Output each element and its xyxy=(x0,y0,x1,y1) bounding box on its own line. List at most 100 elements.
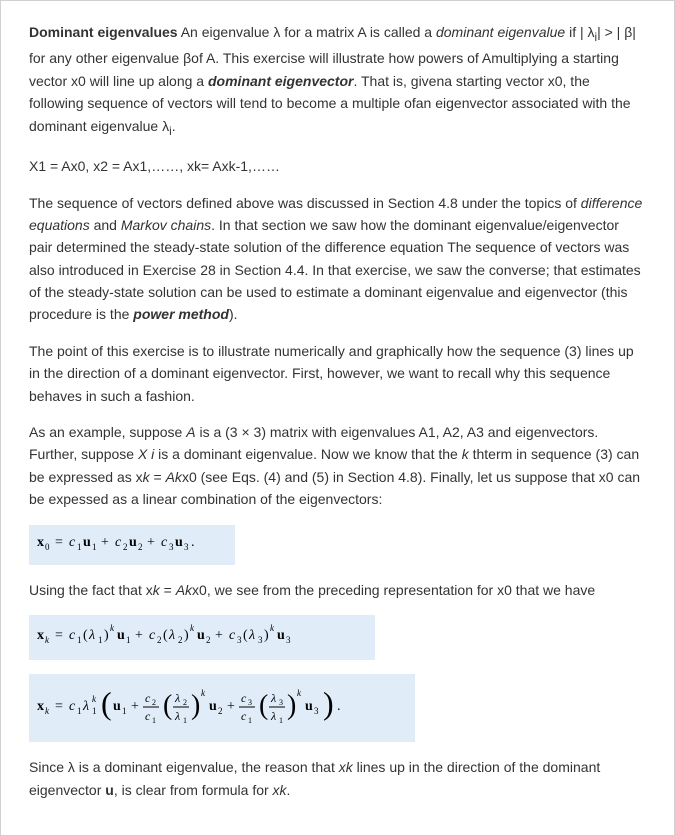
svg-text:): ) xyxy=(287,690,296,721)
var-u: u xyxy=(105,782,114,798)
svg-text:λ: λ xyxy=(248,628,255,643)
svg-text:c: c xyxy=(115,535,122,550)
svg-text:2: 2 xyxy=(206,635,211,645)
svg-text:(: ( xyxy=(259,690,268,721)
svg-text:c: c xyxy=(145,691,151,705)
svg-text:k: k xyxy=(190,623,195,633)
equation-xk-factored: x k = c 1 λ k 1 ( u 1 + c 2 c 1 ( λ 2 λ … xyxy=(29,674,415,742)
svg-text:c: c xyxy=(229,628,236,643)
var-k: k xyxy=(153,582,160,598)
var-Ak: Ak xyxy=(176,582,192,598)
svg-text:0: 0 xyxy=(45,542,50,552)
var-k: k xyxy=(462,446,469,462)
paragraph-purpose: The point of this exercise is to illustr… xyxy=(29,340,646,407)
svg-text:): ) xyxy=(323,685,334,721)
paragraph-section-ref: The sequence of vectors defined above wa… xyxy=(29,192,646,326)
paragraph-example: As an example, suppose A is a (3 × 3) ma… xyxy=(29,421,646,511)
svg-text:λ: λ xyxy=(174,709,180,723)
term-markov-chains: Markov chains xyxy=(121,217,211,233)
svg-text:u: u xyxy=(129,535,137,550)
lead-bold: Dominant eigenvalues xyxy=(29,24,178,40)
svg-text:1: 1 xyxy=(126,635,131,645)
text: = xyxy=(160,582,176,598)
svg-text:u: u xyxy=(83,535,91,550)
svg-text:+: + xyxy=(215,628,223,643)
svg-text:k: k xyxy=(45,706,50,716)
equation-xk-expanded: x k = c 1 ( λ 1 ) k u 1 + c 2 ( λ 2 ) k … xyxy=(29,615,375,659)
svg-text:1: 1 xyxy=(92,542,97,552)
svg-text:k: k xyxy=(92,694,97,704)
svg-text:): ) xyxy=(104,628,109,643)
svg-text:1: 1 xyxy=(248,716,252,725)
svg-text:c: c xyxy=(241,691,247,705)
svg-text:u: u xyxy=(175,535,183,550)
var-k2: k xyxy=(143,469,150,485)
sequence-line: X1 = Ax0, x2 = Ax1,……, xk= Axk-1,…… xyxy=(29,155,646,177)
svg-text:.: . xyxy=(337,699,341,714)
text: . xyxy=(172,118,176,134)
svg-text:λ: λ xyxy=(270,709,276,723)
svg-text:1: 1 xyxy=(183,716,187,725)
svg-text:): ) xyxy=(191,690,200,721)
svg-text:λ: λ xyxy=(88,628,95,643)
svg-text:k: k xyxy=(297,688,302,698)
svg-text:(: ( xyxy=(83,628,88,643)
svg-text:c: c xyxy=(241,709,247,723)
term-power-method: power method xyxy=(133,306,229,322)
var-Ak: Ak xyxy=(166,469,182,485)
svg-text:2: 2 xyxy=(218,706,223,716)
svg-text:k: k xyxy=(45,635,50,645)
svg-text:u: u xyxy=(209,699,217,714)
svg-text:2: 2 xyxy=(178,635,183,645)
svg-text:+: + xyxy=(135,628,143,643)
svg-text:c: c xyxy=(145,709,151,723)
svg-text:+: + xyxy=(131,699,139,714)
svg-text:λ: λ xyxy=(174,691,180,705)
svg-text:k: k xyxy=(110,623,115,633)
svg-text:3: 3 xyxy=(314,706,319,716)
svg-text:u: u xyxy=(277,628,285,643)
svg-text:λ: λ xyxy=(82,699,89,714)
svg-text:): ) xyxy=(184,628,189,643)
svg-text:u: u xyxy=(117,628,125,643)
svg-text:3: 3 xyxy=(184,542,189,552)
svg-text:1: 1 xyxy=(122,706,127,716)
math-svg: x k = c 1 λ k 1 ( u 1 + c 2 c 1 ( λ 2 λ … xyxy=(37,680,407,730)
text: An eigenvalue λ for a matrix A is called… xyxy=(178,24,436,40)
svg-text:3: 3 xyxy=(248,698,252,707)
math-svg: x 0 = c 1 u 1 + c 2 u 2 + c 3 u 3 . xyxy=(37,531,227,553)
svg-text:2: 2 xyxy=(157,635,162,645)
svg-text:k: k xyxy=(270,623,275,633)
svg-text:c: c xyxy=(149,628,156,643)
svg-text:λ: λ xyxy=(168,628,175,643)
svg-text:2: 2 xyxy=(183,698,187,707)
svg-text:3: 3 xyxy=(258,635,263,645)
document-page: Dominant eigenvalues An eigenvalue λ for… xyxy=(0,0,675,836)
svg-text:1: 1 xyxy=(92,706,97,716)
svg-text:3: 3 xyxy=(169,542,174,552)
text: The sequence of vectors defined above wa… xyxy=(29,195,581,211)
term-dominant-eigenvector: dominant eigenvector xyxy=(208,73,353,89)
svg-text:(: ( xyxy=(243,628,248,643)
svg-text:c: c xyxy=(69,699,76,714)
svg-text:1: 1 xyxy=(152,716,156,725)
var-A: A xyxy=(186,424,195,440)
svg-text:(: ( xyxy=(163,690,172,721)
var-Xi: X i xyxy=(138,446,154,462)
svg-text:u: u xyxy=(305,699,313,714)
svg-text:u: u xyxy=(113,699,121,714)
paragraph-intro: Dominant eigenvalues An eigenvalue λ for… xyxy=(29,21,646,141)
svg-text:x: x xyxy=(37,628,44,643)
svg-text:3: 3 xyxy=(279,698,283,707)
paragraph-conclusion: Since λ is a dominant eigenvalue, the re… xyxy=(29,756,646,801)
svg-text:): ) xyxy=(264,628,269,643)
var-xk: xk xyxy=(339,759,353,775)
svg-text:2: 2 xyxy=(138,542,143,552)
svg-text:=: = xyxy=(55,628,63,643)
svg-text:+: + xyxy=(147,535,155,550)
svg-text:(: ( xyxy=(101,685,112,721)
svg-text:k: k xyxy=(201,688,206,698)
text: , is clear from formula for xyxy=(114,782,273,798)
term-dominant-eigenvalue: dominant eigenvalue xyxy=(436,24,565,40)
math-svg: x k = c 1 ( λ 1 ) k u 1 + c 2 ( λ 2 ) k … xyxy=(37,621,367,647)
